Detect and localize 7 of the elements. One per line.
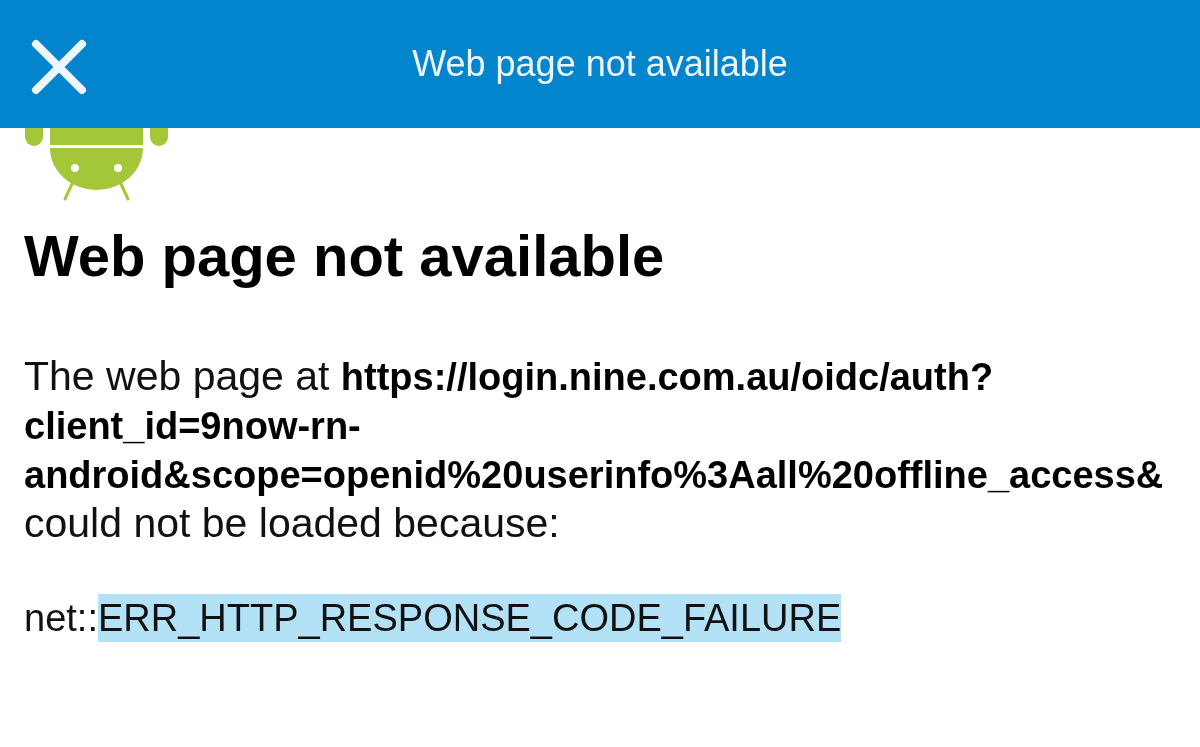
page-title: Web page not available: [412, 42, 788, 86]
robot-icon: [24, 128, 170, 201]
error-heading: Web page not available: [24, 222, 666, 290]
close-button[interactable]: [31, 39, 87, 95]
error-message: The web page at https://login.nine.com.au/oidc/auth?client_id=9now-rn-android&scope=openid%20userinfo%3Aall%20offline_access& could not be loaded because:: [24, 352, 1165, 548]
error-code-prefix: net::: [24, 597, 98, 639]
selected-error-code: ERR_HTTP_RESPONSE_CODE_FAILURE: [97, 594, 842, 642]
